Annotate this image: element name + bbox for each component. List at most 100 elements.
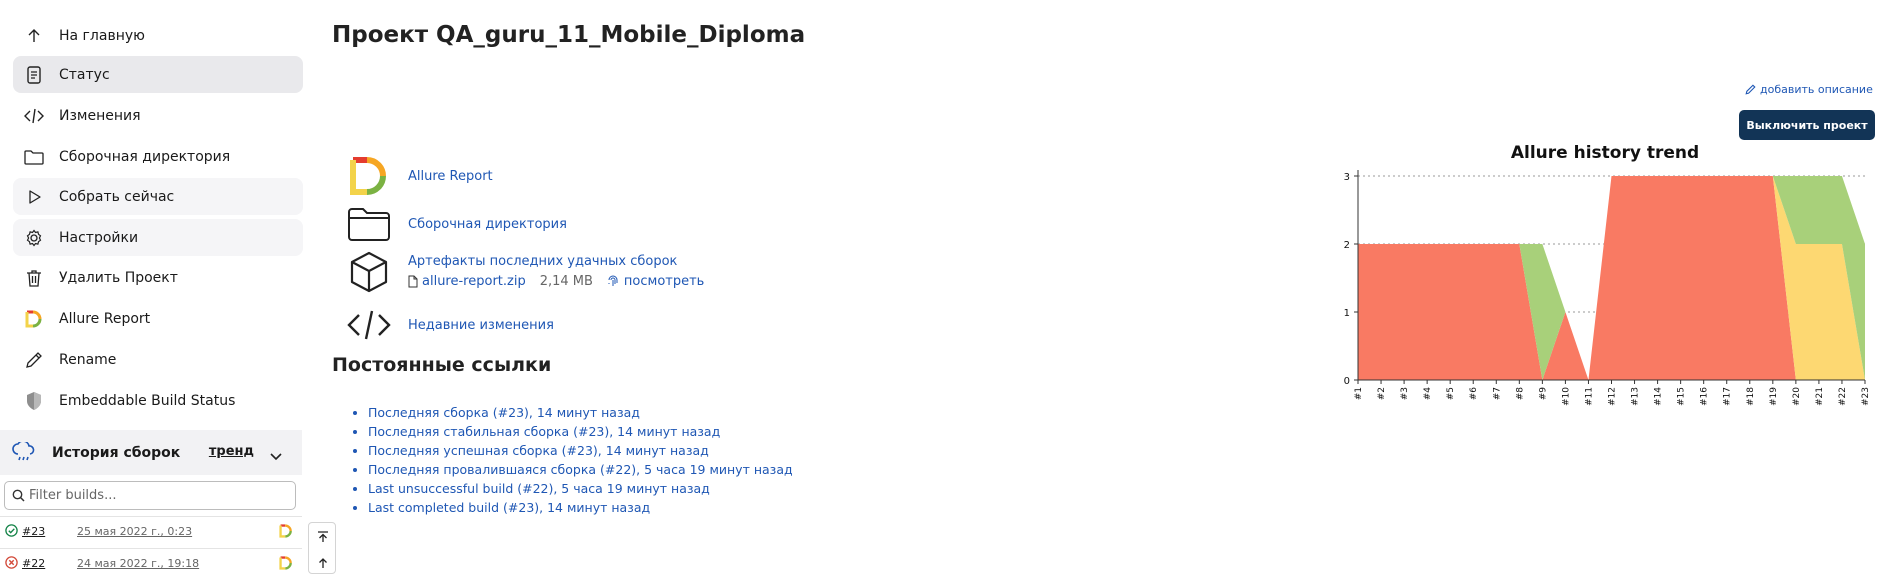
chart-y-tick-label: 2 [1344,240,1350,251]
build-history-title: История сборок [52,444,181,461]
build-history-panel: История сборок тренд #23 25 мая 2022 г.,… [0,430,302,574]
permalink-item: Последняя провалившаяся сборка (#22), 5 … [368,460,793,479]
sidebar-item-changes[interactable]: Изменения [13,97,303,134]
sidebar-item-delete-project[interactable]: Удалить Проект [13,259,303,296]
allure-icon[interactable] [279,524,293,541]
sidebar-item-build-now[interactable]: Собрать сейчас [13,178,303,215]
artifact-size: 2,14 MB [539,274,593,289]
scroll-to-top-icon[interactable] [315,529,331,545]
chart-x-tick-label: #1 [1354,387,1364,400]
filter-builds-input[interactable] [29,488,279,503]
trend-label: тренд [208,444,254,459]
chart-x-tick-label: #14 [1654,387,1664,406]
chart-x-tick-label: #23 [1861,387,1871,406]
fingerprint-icon [607,275,619,288]
document-icon [23,64,45,86]
chart-x-tick-label: #16 [1700,387,1710,406]
allure-report-link[interactable]: Allure Report [408,169,493,184]
chart-x-tick-label: #21 [1815,387,1825,406]
chart-title: Allure history trend [1511,143,1699,163]
chart-x-tick-label: #3 [1400,387,1410,400]
package-box-icon [346,251,392,293]
add-description-link[interactable]: добавить описание [1745,83,1873,96]
permalink-link[interactable]: Последняя провалившаяся сборка (#22), 5 … [368,462,793,477]
build-row: #23 25 мая 2022 г., 0:23 [0,516,302,548]
add-description-label: добавить описание [1760,83,1873,96]
chart-y-tick-label: 3 [1344,172,1350,183]
permalink-link[interactable]: Last unsuccessful build (#22), 5 часа 19… [368,481,710,496]
chart-x-tick-label: #22 [1838,387,1848,406]
allure-report-row: Allure Report [346,156,493,196]
sidebar-item-label: Настройки [59,229,139,246]
permalink-item: Last unsuccessful build (#22), 5 часа 19… [368,479,793,498]
workspace-row: Сборочная директория [346,204,567,244]
sidebar-item-label: Сборочная директория [59,148,231,165]
artifact-file-link[interactable]: allure-report.zip [422,274,526,289]
chart-x-tick-label: #12 [1608,387,1618,406]
chart-x-tick-label: #6 [1469,387,1479,401]
allure-logo-icon [346,156,392,196]
artifacts-link[interactable]: Артефакты последних удачных сборок [408,254,677,269]
sidebar-item-label: На главную [59,27,145,44]
build-date-link[interactable]: 25 мая 2022 г., 0:23 [77,525,192,538]
build-date-link[interactable]: 24 мая 2022 г., 19:18 [77,557,199,570]
build-number-link[interactable]: #22 [22,557,45,570]
permalink-item: Последняя успешная сборка (#23), 14 мину… [368,441,793,460]
pencil-icon [23,349,45,371]
cloud-rain-icon [12,441,36,464]
folder-icon [23,146,45,168]
sidebar-item-home[interactable]: На главную [13,17,303,54]
gear-icon [23,227,45,249]
recent-changes-row: Недавние изменения [346,305,554,345]
arrow-up-icon [23,25,45,47]
chart-y-tick-label: 1 [1344,308,1350,319]
permalink-item: Последняя сборка (#23), 14 минут назад [368,403,793,422]
permalink-link[interactable]: Последняя успешная сборка (#23), 14 мину… [368,443,709,458]
allure-history-trend-chart[interactable]: Allure history trend count #1#2#3#4#5#6#… [1330,136,1890,422]
allure-icon[interactable] [279,556,293,573]
permalink-item: Last completed build (#23), 14 минут наз… [368,498,793,517]
page-title: Проект QA_guru_11_Mobile_Diploma [332,22,806,48]
chart-x-tick-label: #17 [1723,387,1733,406]
artifacts-row: Артефакты последних удачных сборок [346,251,677,293]
sidebar-item-embeddable-build-status[interactable]: Embeddable Build Status [13,382,303,419]
sidebar-item-settings[interactable]: Настройки [13,219,303,256]
code-icon [23,105,45,127]
artifact-line: allure-report.zip 2,14 MB посмотреть [408,274,704,289]
permalink-link[interactable]: Последняя стабильная сборка (#23), 14 ми… [368,424,720,439]
build-number-link[interactable]: #23 [22,525,45,538]
permalinks-list: Последняя сборка (#23), 14 минут назад П… [368,403,793,517]
permalink-link[interactable]: Last completed build (#23), 14 минут наз… [368,500,650,515]
sidebar-item-workspace[interactable]: Сборочная директория [13,138,303,175]
chart-x-tick-label: #5 [1446,387,1456,400]
chart-x-tick-label: #18 [1746,387,1756,406]
filter-builds-box [4,481,296,510]
failed-cross-icon [5,556,18,572]
permalinks-title: Постоянные ссылки [332,354,552,376]
sidebar-item-label: Статус [59,66,110,83]
pencil-icon [1745,84,1756,95]
chart-x-tick-label: #19 [1769,387,1779,406]
trend-link[interactable]: тренд [209,444,254,459]
chart-x-tick-label: #15 [1677,387,1687,406]
recent-changes-link[interactable]: Недавние изменения [408,318,554,333]
scroll-up-icon[interactable] [315,555,331,571]
sidebar-item-label: Allure Report [59,310,151,327]
chart-x-tick-label: #13 [1631,387,1641,406]
play-icon [23,186,45,208]
scroll-controls [308,522,336,574]
sidebar-item-status[interactable]: Статус [13,56,303,93]
artifact-view-link[interactable]: посмотреть [624,274,704,289]
workspace-link[interactable]: Сборочная директория [408,217,567,232]
search-icon [12,489,25,502]
sidebar-item-rename[interactable]: Rename [13,341,303,378]
sidebar-item-label: Изменения [59,107,141,124]
chevron-down-icon[interactable] [270,446,282,465]
file-icon [408,275,418,288]
sidebar-item-allure-report[interactable]: Allure Report [13,300,303,337]
chart-y-tick-label: 0 [1344,376,1350,387]
build-history-header: История сборок тренд [0,430,302,475]
allure-icon [23,308,45,330]
shield-icon [23,390,45,412]
permalink-link[interactable]: Последняя сборка (#23), 14 минут назад [368,405,640,420]
